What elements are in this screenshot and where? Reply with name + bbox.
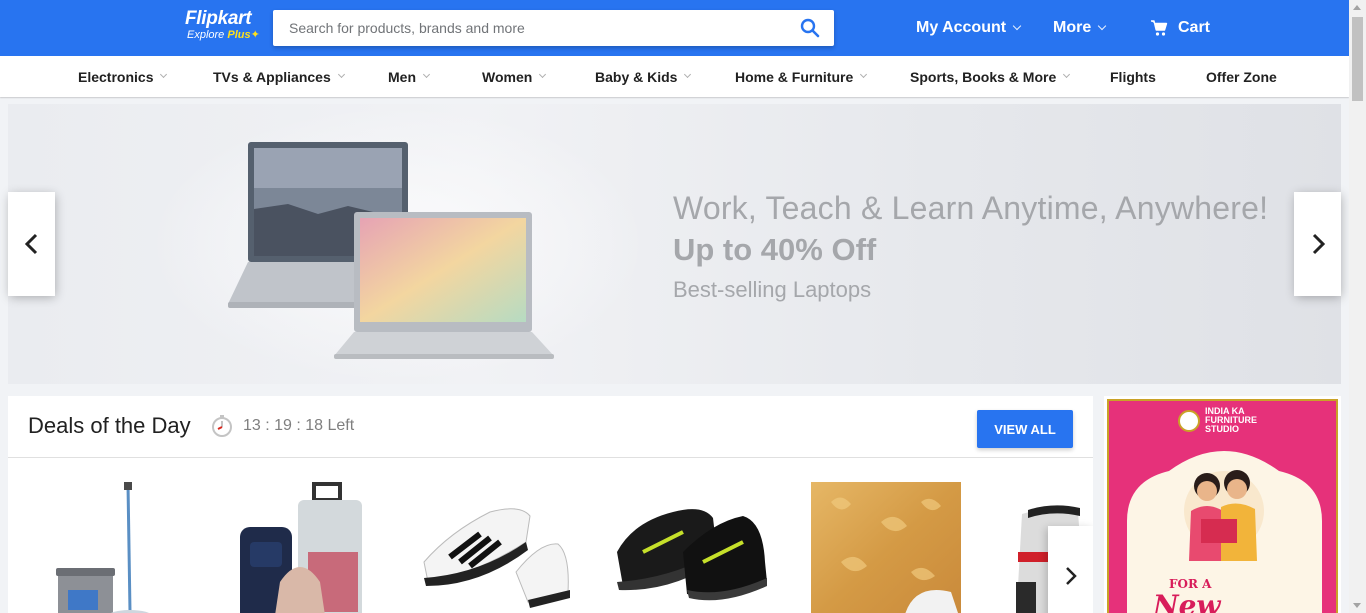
product-card-white-sneakers[interactable] xyxy=(420,482,570,613)
furniture-ad: INDIA KA FURNITURE STUDIO FOR A New xyxy=(1107,399,1338,613)
category-label: Sports, Books & More xyxy=(910,68,1057,85)
chevron-down-icon xyxy=(684,70,692,79)
white-sneakers-image xyxy=(423,508,570,608)
banner-next-button[interactable] xyxy=(1294,192,1341,296)
ad-promo: FOR A New xyxy=(1153,577,1221,613)
scroll-down-arrow-icon[interactable] xyxy=(1353,603,1361,608)
cart-label: Cart xyxy=(1178,19,1211,36)
hero-banner[interactable]: Work, Teach & Learn Anytime, Anywhere! U… xyxy=(8,104,1341,384)
category-label: Flights xyxy=(1110,68,1156,85)
luggage-image xyxy=(240,482,362,613)
golden-wallpaper-image xyxy=(811,482,961,613)
category-home-furniture[interactable]: Home & Furniture xyxy=(735,56,868,97)
logo-tagline: Explore Plus✦ xyxy=(187,29,260,42)
my-account-label: My Account xyxy=(916,19,1007,36)
product-card-fila-shoes[interactable] xyxy=(613,482,768,613)
chevron-down-icon xyxy=(1063,70,1071,79)
deals-of-the-day-section: Deals of the Day 13 : 19 : 18 Left VIEW … xyxy=(8,396,1093,613)
deals-next-button[interactable] xyxy=(1048,526,1093,613)
deals-header: Deals of the Day 13 : 19 : 18 Left VIEW … xyxy=(8,396,1093,458)
chevron-down-icon xyxy=(160,70,168,79)
category-men[interactable]: Men xyxy=(388,56,431,97)
search-icon[interactable] xyxy=(800,18,820,38)
category-label: Baby & Kids xyxy=(595,68,678,85)
chevron-down-icon xyxy=(860,70,868,79)
product-card-wallpaper[interactable] xyxy=(811,482,961,613)
clock-icon xyxy=(212,415,232,437)
timer-text: 13 : 19 : 18 Left xyxy=(243,417,355,434)
chevron-right-icon xyxy=(1312,233,1325,255)
banner-headline: Work, Teach & Learn Anytime, Anywhere! xyxy=(673,190,1269,226)
category-flights[interactable]: Flights xyxy=(1110,56,1156,97)
view-all-button[interactable]: VIEW ALL xyxy=(977,410,1073,448)
more-label: More xyxy=(1053,19,1092,36)
flipkart-logo[interactable]: Flipkart Explore Plus✦ xyxy=(185,9,260,42)
category-label: Home & Furniture xyxy=(735,68,854,85)
category-label: Offer Zone xyxy=(1206,68,1277,85)
page-scrollbar[interactable] xyxy=(1349,0,1366,613)
scrollbar-thumb[interactable] xyxy=(1352,17,1363,101)
logo-text: Flipkart xyxy=(185,8,252,29)
chevron-down-icon xyxy=(337,70,345,79)
ad-promo-line2: New xyxy=(1153,589,1221,613)
chevron-left-icon xyxy=(24,233,37,255)
chevron-down-icon xyxy=(422,70,431,79)
chevron-down-icon xyxy=(539,70,547,79)
category-women[interactable]: Women xyxy=(482,56,547,97)
category-nav: Electronics TVs & Appliances Men Women B… xyxy=(0,56,1349,97)
category-label: Women xyxy=(482,68,533,85)
search-input[interactable] xyxy=(273,10,783,46)
category-tvs-appliances[interactable]: TVs & Appliances xyxy=(213,56,345,97)
deals-timer: 13 : 19 : 18 Left xyxy=(211,414,354,438)
category-offer-zone[interactable]: Offer Zone xyxy=(1206,56,1277,97)
spin-mop-image xyxy=(56,482,150,613)
logo-tagline-plus: Plus xyxy=(227,29,251,41)
product-card-mop[interactable] xyxy=(48,482,158,613)
chevron-down-icon xyxy=(1012,21,1022,31)
category-label: Men xyxy=(388,68,416,85)
side-ad-banner[interactable]: INDIA KA FURNITURE STUDIO FOR A New xyxy=(1104,396,1341,613)
fila-shoes-image xyxy=(617,509,767,601)
cart-button[interactable]: Cart xyxy=(1150,0,1210,56)
top-header: Flipkart Explore Plus✦ My Account More C… xyxy=(0,0,1349,56)
search-bar xyxy=(273,10,834,46)
chevron-right-icon xyxy=(1065,567,1077,585)
logo-tagline-prefix: Explore xyxy=(187,29,228,41)
deals-title: Deals of the Day xyxy=(28,413,191,438)
scroll-up-arrow-icon[interactable] xyxy=(1353,5,1361,10)
product-card-luggage[interactable] xyxy=(230,482,370,613)
category-baby-kids[interactable]: Baby & Kids xyxy=(595,56,692,97)
banner-subtext: Best-selling Laptops xyxy=(673,277,872,302)
category-label: Electronics xyxy=(78,68,154,85)
chevron-down-icon xyxy=(1097,21,1107,31)
my-account-menu[interactable]: My Account xyxy=(916,0,1022,56)
category-electronics[interactable]: Electronics xyxy=(78,56,168,97)
cart-icon xyxy=(1151,20,1168,36)
laptops-image xyxy=(228,142,554,359)
plus-star-icon: ✦ xyxy=(250,29,260,41)
category-sports-books[interactable]: Sports, Books & More xyxy=(910,56,1071,97)
banner-offer: Up to 40% Off xyxy=(673,232,877,267)
banner-prev-button[interactable] xyxy=(8,192,55,296)
more-menu[interactable]: More xyxy=(1053,0,1107,56)
ad-brand: INDIA KA FURNITURE STUDIO xyxy=(1205,407,1257,434)
ad-brand-line3: STUDIO xyxy=(1205,424,1240,434)
category-label: TVs & Appliances xyxy=(213,68,331,85)
